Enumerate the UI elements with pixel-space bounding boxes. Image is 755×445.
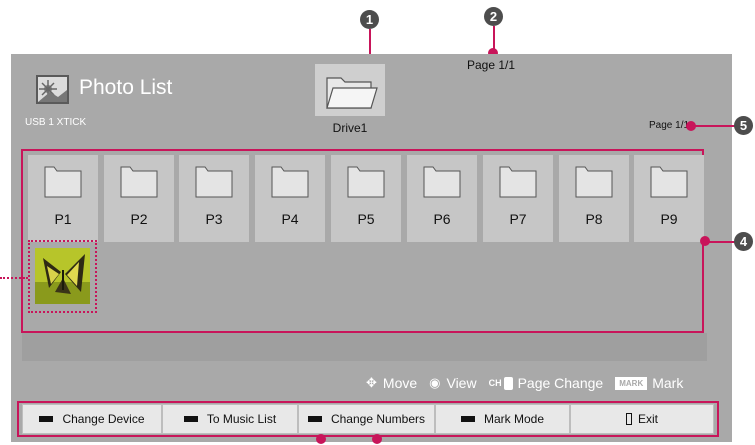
folder-item[interactable]: P4 <box>255 155 325 242</box>
butterfly-photo <box>35 248 90 304</box>
folder-label: P6 <box>433 211 451 227</box>
ch-updown-icon <box>503 376 513 390</box>
change-device-button[interactable]: Change Device <box>22 404 162 434</box>
page-indicator-top: Page 1/1 <box>467 58 516 72</box>
exit-key-icon <box>625 413 632 425</box>
key-hints: ✥ Move ◉ View CH Page Change MARK Mark <box>366 374 683 392</box>
folder-item[interactable]: P6 <box>407 155 477 242</box>
arrows-icon: ✥ <box>366 375 377 390</box>
callout-4-dot <box>700 236 710 246</box>
callout-5-dot <box>686 121 696 131</box>
folder-label: P4 <box>281 211 299 227</box>
hint-mark: MARK Mark <box>615 375 683 391</box>
hint-view-label: View <box>446 375 477 391</box>
drive-folder-icon[interactable] <box>315 64 385 116</box>
device-label: USB 1 XTICK <box>25 117 87 128</box>
callout-2: 2 <box>484 7 503 26</box>
folder-label: P9 <box>660 211 678 227</box>
callout-3-dot-left <box>316 434 326 444</box>
hint-page-change-label: Page Change <box>517 375 604 391</box>
exit-label: Exit <box>637 412 658 426</box>
ok-button-icon: ◉ <box>429 375 441 390</box>
change-numbers-button[interactable]: Change Numbers <box>298 404 435 434</box>
left-dotted-pointer <box>0 277 28 279</box>
folder-label: P7 <box>509 211 527 227</box>
exit-button[interactable]: Exit <box>570 404 714 434</box>
photo-thumbnail-selected[interactable] <box>28 240 97 313</box>
hint-page-change: CH Page Change <box>489 375 604 391</box>
folder-item[interactable]: P3 <box>179 155 249 242</box>
folder-item[interactable]: P8 <box>559 155 629 242</box>
to-music-list-button[interactable]: To Music List <box>162 404 298 434</box>
photo-list-icon <box>36 75 69 104</box>
callout-4: 4 <box>734 232 753 251</box>
hint-move-label: Move <box>382 375 418 391</box>
folder-item[interactable]: P7 <box>483 155 553 242</box>
folder-label: P3 <box>205 211 223 227</box>
folder-label: P1 <box>54 211 72 227</box>
folder-item[interactable]: P5 <box>331 155 401 242</box>
color-key-icon <box>460 416 475 422</box>
color-key-icon <box>183 416 198 422</box>
folder-label: P2 <box>130 211 148 227</box>
drive-label: Drive1 <box>332 121 368 135</box>
folder-item[interactable]: P1 <box>28 155 98 242</box>
mark-key-icon: MARK <box>615 376 648 390</box>
page-title: Photo List <box>79 76 173 99</box>
folder-label: P8 <box>585 211 603 227</box>
to-music-list-label: To Music List <box>206 412 277 426</box>
mark-mode-label: Mark Mode <box>483 412 545 426</box>
mark-mode-button[interactable]: Mark Mode <box>435 404 570 434</box>
folder-item[interactable]: P9 <box>634 155 704 242</box>
folder-label: P5 <box>357 211 375 227</box>
color-key-icon <box>39 416 54 422</box>
callout-2-line <box>493 26 495 50</box>
callout-3-dot-right <box>372 434 382 444</box>
callout-1: 1 <box>360 10 379 29</box>
folder-item[interactable]: P2 <box>104 155 174 242</box>
callout-4-line <box>706 241 736 243</box>
hint-mark-label: Mark <box>652 375 684 391</box>
hint-move: ✥ Move <box>366 375 417 391</box>
ch-key-label: CH <box>488 378 502 388</box>
hint-view: ◉ View <box>429 375 476 391</box>
color-key-icon <box>307 416 322 422</box>
callout-5-line <box>690 125 736 127</box>
change-device-label: Change Device <box>62 412 145 426</box>
page-indicator-right: Page 1/1 <box>649 120 690 131</box>
callout-5: 5 <box>734 116 753 135</box>
grid-empty-row <box>22 333 707 361</box>
change-numbers-label: Change Numbers <box>330 412 426 426</box>
